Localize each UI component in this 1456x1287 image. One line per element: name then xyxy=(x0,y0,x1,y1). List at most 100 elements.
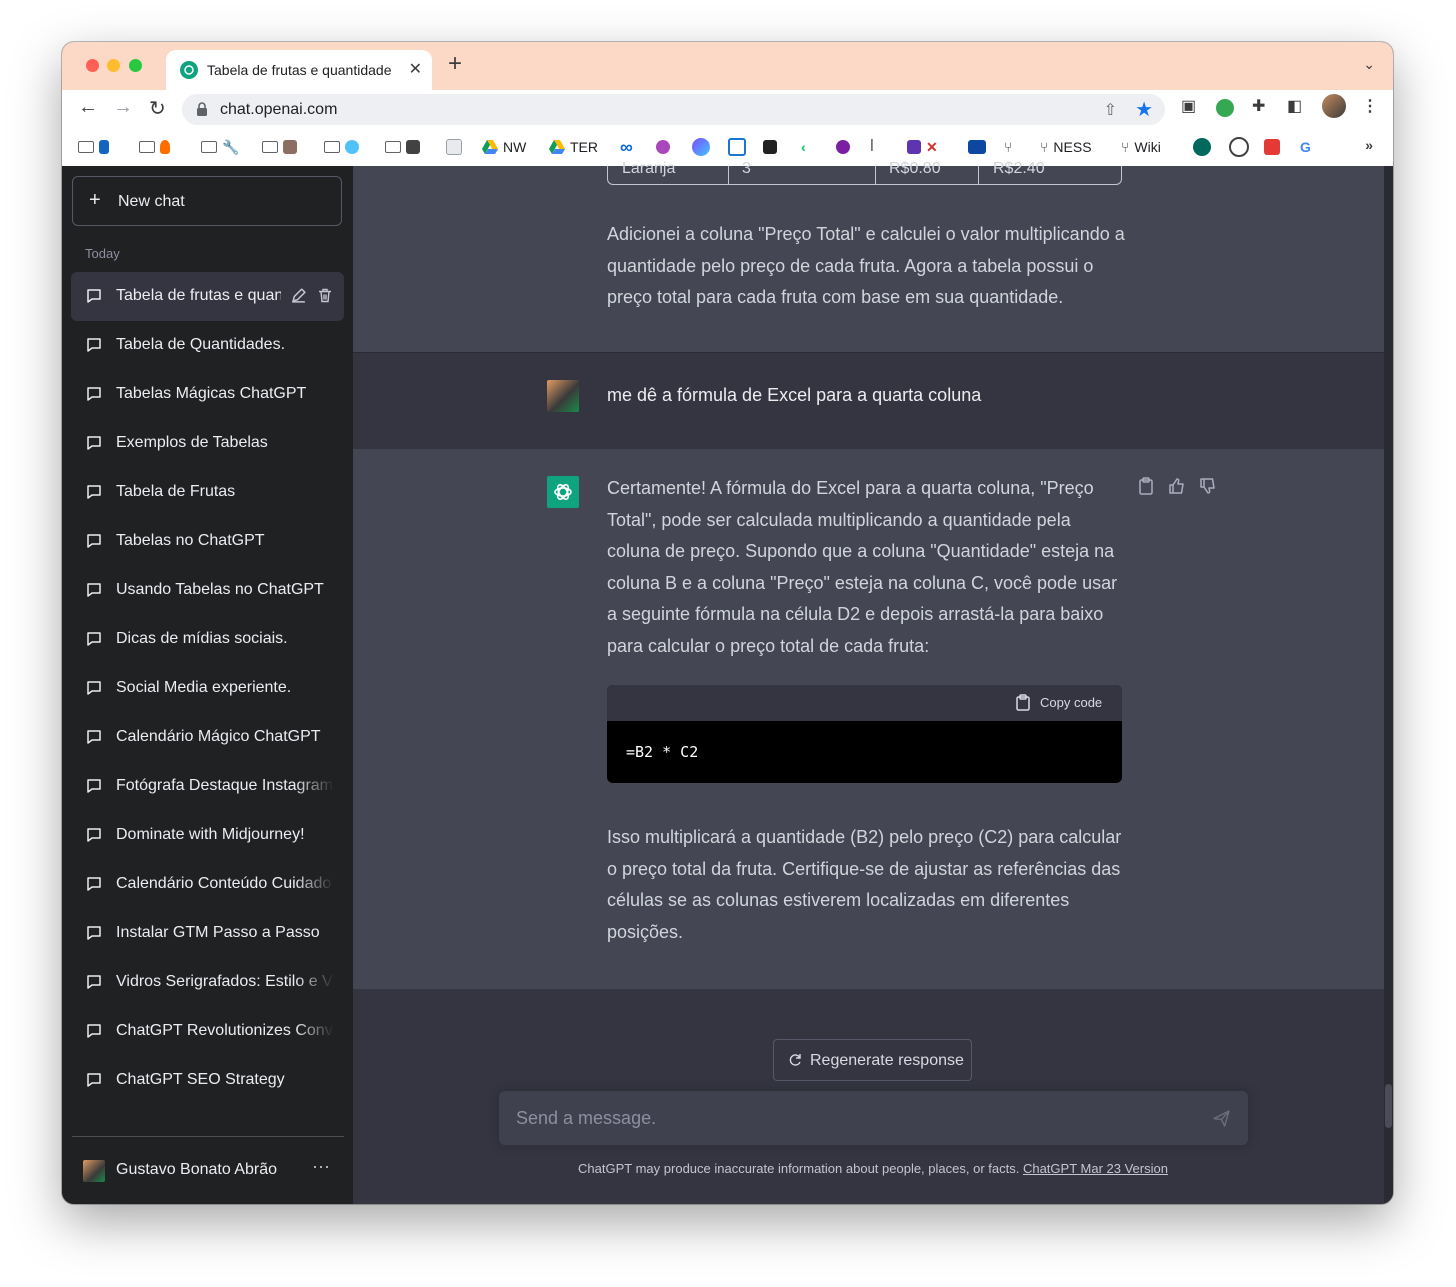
new-tab-button[interactable]: + xyxy=(448,50,462,78)
thumbs-down-icon[interactable] xyxy=(1199,477,1217,495)
sidebar-chat-item[interactable]: Dominate with Midjourney! xyxy=(71,811,344,860)
side-panel-icon[interactable]: ◧ xyxy=(1287,96,1302,116)
table-divider xyxy=(728,166,729,184)
address-bar[interactable]: chat.openai.com ⇧ ★ xyxy=(182,94,1165,125)
google-icon[interactable]: G xyxy=(1300,138,1311,156)
sidebar-chat-item[interactable]: Vidros Serigrafados: Estilo e V xyxy=(71,958,344,1007)
message-input[interactable] xyxy=(499,1091,1206,1145)
trash-icon[interactable] xyxy=(317,287,333,304)
scrollbar[interactable] xyxy=(1384,166,1393,1204)
browser-menu-icon[interactable]: ⋮ xyxy=(1362,96,1378,116)
bookmark-ness[interactable]: ⑂ NESS xyxy=(1040,138,1092,156)
bookmark-star-icon[interactable]: ★ xyxy=(1135,97,1153,122)
more-bookmarks-button[interactable]: » xyxy=(1365,137,1373,153)
picture-in-picture-icon[interactable]: ▣ xyxy=(1181,96,1196,116)
extension-quote-icon[interactable] xyxy=(1216,99,1234,117)
clipboard-icon xyxy=(1016,694,1030,711)
bookmark-folder[interactable]: 🔧 xyxy=(201,138,239,156)
bookmark-folder[interactable] xyxy=(78,138,109,156)
bookmark-folder[interactable] xyxy=(139,138,170,156)
clipboard-icon[interactable] xyxy=(1138,477,1154,495)
bookmark-app[interactable] xyxy=(968,138,986,156)
user-name[interactable]: Gustavo Bonato Abrão xyxy=(116,1161,277,1179)
bookmark-app[interactable]: ✕ xyxy=(907,138,938,156)
chat-bubble-icon xyxy=(87,975,101,989)
folder-icon xyxy=(78,141,94,153)
bookmark-app[interactable] xyxy=(1264,138,1280,156)
browser-tab-active[interactable]: Tabela de frutas e quantidade ✕ xyxy=(166,50,432,90)
profile-avatar[interactable] xyxy=(1322,94,1346,118)
wrench-icon: 🔧 xyxy=(222,138,240,155)
chat-bubble-icon xyxy=(87,338,101,352)
sidebar-chat-item[interactable]: ChatGPT SEO Strategy xyxy=(71,1056,344,1105)
user-avatar[interactable] xyxy=(83,1160,105,1182)
close-window-button[interactable] xyxy=(86,59,99,72)
sidebar-chat-item[interactable]: Fotógrafa Destaque Instagram xyxy=(71,762,344,811)
bookmark-app[interactable] xyxy=(692,138,710,156)
back-arrow-icon[interactable]: ← xyxy=(78,96,98,119)
reload-icon[interactable]: ↻ xyxy=(149,96,166,121)
bookmark-app[interactable] xyxy=(1193,138,1211,156)
scrollbar-thumb[interactable] xyxy=(1385,1084,1392,1128)
sidebar-chat-item[interactable]: Tabelas Mágicas ChatGPT xyxy=(71,370,344,419)
sidebar-chat-item[interactable]: Social Media experiente. xyxy=(71,664,344,713)
bookmark-folder[interactable] xyxy=(262,138,297,156)
sidebar-chat-item[interactable]: Instalar GTM Passo a Passo xyxy=(71,909,344,958)
sidebar-chat-item[interactable]: ChatGPT Revolutionizes Conv xyxy=(71,1007,344,1056)
pencil-icon[interactable] xyxy=(290,287,307,304)
bookmark-document[interactable] xyxy=(446,138,462,156)
bookmark-folder[interactable] xyxy=(324,138,359,156)
copy-code-button[interactable]: Copy code xyxy=(1040,695,1102,710)
version-link[interactable]: ChatGPT Mar 23 Version xyxy=(1023,1161,1168,1176)
new-chat-button[interactable]: + New chat xyxy=(72,176,342,226)
extensions-puzzle-icon[interactable]: ✚ xyxy=(1252,96,1265,116)
table-divider xyxy=(978,166,979,184)
tab-close-icon[interactable]: ✕ xyxy=(409,59,422,79)
sidebar-chat-item[interactable]: Tabelas no ChatGPT xyxy=(71,517,344,566)
forward-arrow-icon[interactable]: → xyxy=(113,96,133,119)
bookmark-ter[interactable]: TER xyxy=(549,138,598,156)
sidebar-chat-item[interactable]: Calendário Conteúdo Cuidado xyxy=(71,860,344,909)
chat-bubble-icon xyxy=(87,828,101,842)
sidebar-chat-label: Social Media experiente. xyxy=(116,679,292,696)
sidebar-chat-item-active[interactable]: Tabela de frutas e quantidade xyxy=(71,272,344,321)
maximize-window-button[interactable] xyxy=(129,59,142,72)
meta-icon[interactable]: ∞ xyxy=(620,137,633,157)
bookmark-app[interactable] xyxy=(836,138,850,156)
bookmark-folder[interactable] xyxy=(385,138,420,156)
bookmark-nw[interactable]: NW xyxy=(482,138,526,156)
fork-icon[interactable]: ⑂ xyxy=(1004,138,1012,156)
code-content: =B2 * C2 xyxy=(626,743,699,761)
user-menu-ellipsis-icon[interactable]: ··· xyxy=(312,1156,330,1177)
sidebar-chat-item[interactable]: Calendário Mágico ChatGPT xyxy=(71,713,344,762)
sidebar-chat-item[interactable]: Tabela de Frutas xyxy=(71,468,344,517)
user-message: me dê a fórmula de Excel para a quarta c… xyxy=(353,352,1384,450)
bookmark-app[interactable] xyxy=(656,138,670,156)
bookmark-app[interactable] xyxy=(763,138,777,156)
sidebar-chat-label: Tabelas no ChatGPT xyxy=(116,532,265,549)
bookmark-wiki[interactable]: ⑂ Wiki xyxy=(1121,138,1161,156)
table-cell: R$2.40 xyxy=(993,160,1045,177)
thumbs-up-icon[interactable] xyxy=(1168,477,1186,495)
send-icon[interactable] xyxy=(1213,1110,1230,1127)
camera-icon xyxy=(406,140,420,154)
tab-search-chevron-icon[interactable]: ⌄ xyxy=(1363,56,1375,73)
minimize-window-button[interactable] xyxy=(107,59,120,72)
regenerate-response-button[interactable]: Regenerate response xyxy=(773,1039,972,1081)
chatgpt-logo-icon xyxy=(547,476,579,508)
sidebar-chat-item[interactable]: Usando Tabelas no ChatGPT xyxy=(71,566,344,615)
table-divider xyxy=(875,166,876,184)
sidebar-chat-label: ChatGPT Revolutionizes Conv xyxy=(116,1022,333,1039)
sidebar-chat-label: Vidros Serigrafados: Estilo e V xyxy=(116,973,333,990)
openai-favicon-icon xyxy=(180,61,198,79)
bookmark-app[interactable] xyxy=(1229,137,1249,157)
sidebar-chat-item[interactable]: Tabela de Quantidades. xyxy=(71,321,344,370)
share-icon[interactable]: ⇧ xyxy=(1104,100,1117,120)
sidebar-chat-item[interactable]: Exemplos de Tabelas xyxy=(71,419,344,468)
bookmark-app[interactable] xyxy=(728,138,746,156)
waveform-icon[interactable]: ꟾ xyxy=(870,138,874,156)
sidebar-chat-item[interactable]: Dicas de mídias sociais. xyxy=(71,615,344,664)
folder-icon xyxy=(139,141,155,153)
assistant-message-text: Adicionei a coluna "Preço Total" e calcu… xyxy=(607,224,1125,307)
code-bracket-icon[interactable]: ‹ xyxy=(801,138,806,156)
